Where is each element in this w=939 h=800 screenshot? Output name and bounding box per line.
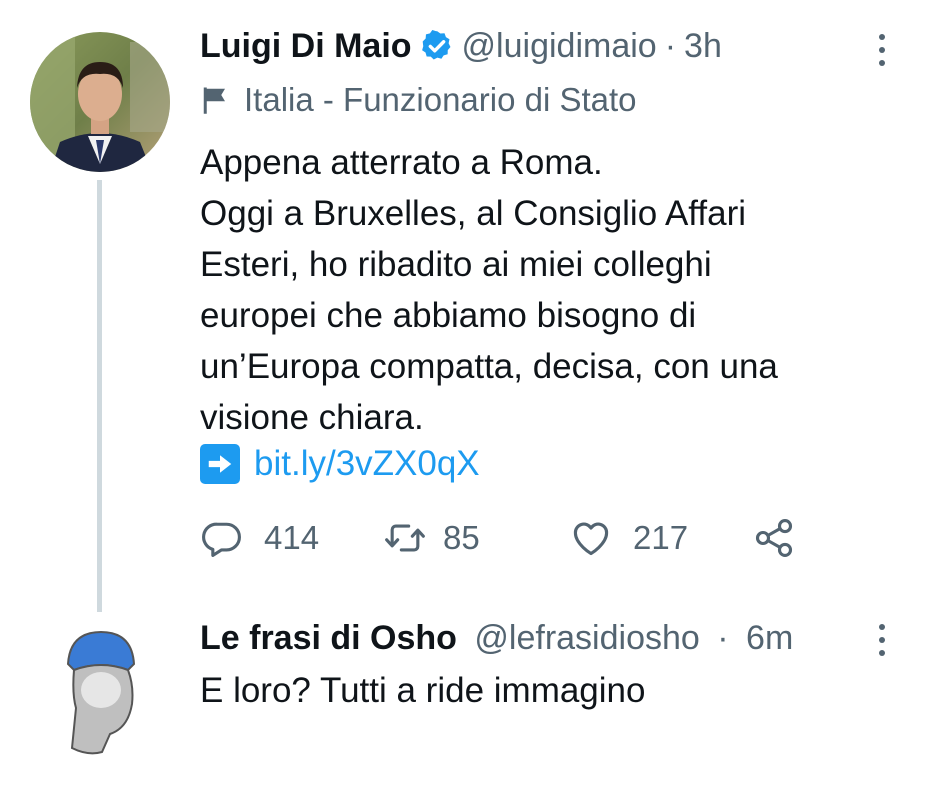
- flag-icon: [203, 87, 225, 114]
- tweet-link-row: bit.ly/3vZX0qX: [200, 441, 480, 487]
- right-arrow-icon: [200, 444, 240, 484]
- account-label-text: Italia - Funzionario di Stato: [244, 81, 637, 118]
- tweet-header: Le frasi di Osho @lefrasidiosho · 6m: [200, 616, 793, 660]
- tweet-text-line: visione chiara.: [200, 398, 424, 437]
- more-vertical-icon[interactable]: [877, 624, 887, 656]
- time-separator: ·: [717, 619, 729, 657]
- timestamp[interactable]: 3h: [684, 26, 722, 66]
- tweet-text-line: Oggi a Bruxelles, al Consiglio Affari: [200, 194, 747, 233]
- more-vertical-icon[interactable]: [877, 34, 887, 66]
- avatar[interactable]: [58, 624, 144, 760]
- author-handle[interactable]: @luigidimaio: [462, 26, 657, 66]
- share-button[interactable]: [752, 512, 796, 564]
- tweet-link[interactable]: bit.ly/3vZX0qX: [254, 441, 480, 487]
- tweet-text-line: Esteri, ho ribadito ai miei colleghi: [200, 245, 712, 284]
- retweet-button[interactable]: 85: [383, 512, 480, 564]
- tweet-text-line: Appena atterrato a Roma.: [200, 143, 603, 182]
- tweet-text-line: un’Europa compatta, decisa, con una: [200, 347, 778, 386]
- timestamp[interactable]: 6m: [746, 619, 793, 657]
- share-icon: [755, 519, 793, 557]
- tweet-text: Appena atterrato a Roma. Oggi a Bruxelle…: [200, 137, 880, 443]
- tweet-text: E loro? Tutti a ride immagino: [200, 671, 646, 710]
- retweet-count: 85: [443, 519, 480, 556]
- heart-icon: [573, 522, 609, 556]
- account-label: Italia - Funzionario di Stato: [200, 80, 637, 120]
- reply-button[interactable]: 414: [200, 512, 319, 564]
- reply-icon: [202, 522, 241, 557]
- time-separator: ·: [664, 27, 677, 65]
- author-name[interactable]: Le frasi di Osho: [200, 619, 457, 657]
- verified-badge-icon: [421, 29, 451, 60]
- tweet-text-line: europei che abbiamo bisogno di: [200, 296, 697, 335]
- retweet-icon: [385, 524, 425, 552]
- avatar-photo: [30, 32, 170, 172]
- author-handle[interactable]: @lefrasidiosho: [474, 619, 699, 657]
- tweet-header: Luigi Di Maio @luigidimaio · 3h: [200, 26, 722, 66]
- author-name[interactable]: Luigi Di Maio: [200, 26, 412, 66]
- like-count: 217: [633, 519, 689, 556]
- reply-count: 414: [264, 519, 320, 556]
- like-button[interactable]: 217: [569, 512, 688, 564]
- thread-line: [97, 180, 102, 612]
- avatar[interactable]: [30, 32, 170, 172]
- tweet-actions: 414 85 217: [200, 512, 820, 564]
